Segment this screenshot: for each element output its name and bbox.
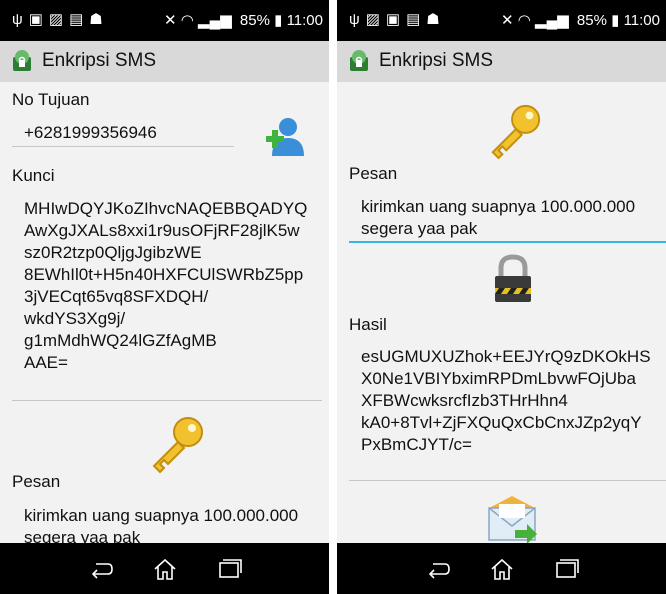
pesan-line: segera yaa pak — [24, 528, 141, 543]
nav-bar — [0, 543, 329, 594]
back-icon[interactable] — [425, 556, 451, 582]
picture-icon: ▨ — [48, 11, 70, 28]
kunci-line: 3jVECqt65vq8SFXDQH/ — [24, 287, 209, 306]
key-icon[interactable] — [146, 414, 206, 474]
kunci-line: AAE= — [24, 353, 68, 372]
recent-apps-icon[interactable] — [216, 556, 242, 582]
pesan-label: Pesan — [12, 472, 61, 491]
key-icon[interactable] — [485, 102, 543, 160]
battery-icon: ▮ — [611, 12, 620, 29]
screen-divider — [329, 0, 337, 594]
usb-icon: ψ — [349, 11, 366, 28]
hasil-label: Hasil — [349, 315, 387, 334]
nav-bar — [337, 543, 666, 594]
clock: 11:00 — [286, 12, 323, 29]
hasil-line: esUGMUXUZhok+EEJYrQ9zDKOkHS — [361, 347, 651, 366]
wifi-icon: ◠ — [180, 12, 194, 29]
android-icon: ☗ — [89, 11, 109, 28]
hasil-line: PxBmCJYT/c= — [361, 435, 472, 454]
android-icon: ☗ — [426, 11, 446, 28]
kunci-label: Kunci — [12, 166, 55, 185]
hasil-underline — [349, 480, 666, 481]
action-bar: Enkripsi SMS — [337, 41, 666, 82]
vibrate-icon: ✕ — [501, 12, 514, 29]
notification-icons: ψ▨▣▤☗ — [349, 10, 446, 28]
pesan-underline — [349, 241, 666, 243]
chat-icon: ▣ — [28, 11, 49, 28]
status-bar: ψ▣▨▤☗ ✕ ◠ ▂▄▆ 85% ▮ 11:00 — [0, 0, 329, 41]
signal-icon: ▂▄▆ — [535, 12, 569, 29]
battery-icon: ▮ — [274, 12, 283, 29]
send-message-icon[interactable] — [485, 494, 539, 543]
app-title: Enkripsi SMS — [379, 50, 494, 71]
phone-number-input[interactable]: +6281999356946 — [24, 122, 157, 144]
kunci-line: MHIwDQYJKoZIhvcNAQEBBQADYQ — [24, 199, 308, 218]
kunci-text[interactable]: MHIwDQYJKoZIhvcNAQEBBQADYQ AwXgJXALs8xxi… — [24, 198, 307, 374]
notification-icons: ψ▣▨▤☗ — [12, 10, 109, 28]
chat-icon: ▤ — [406, 11, 427, 28]
phone-number-underline — [12, 146, 234, 147]
pesan-line: kirimkan uang suapnya 100.000.000 — [24, 506, 299, 525]
add-contact-icon[interactable] — [262, 116, 308, 158]
kunci-underline — [12, 400, 322, 401]
clock: 11:00 — [623, 12, 660, 29]
home-icon[interactable] — [152, 556, 178, 582]
form-content: No Tujuan +6281999356946 Kunci MHIwDQYJK… — [0, 82, 329, 543]
kunci-line: sz0R2tzp0QljgJgibzWE — [24, 243, 202, 262]
battery-percent: 85% — [239, 12, 270, 29]
kunci-line: wkdYS3Xg9j/ — [24, 309, 126, 328]
vibrate-icon: ✕ — [164, 12, 177, 29]
wifi-icon: ◠ — [517, 12, 531, 29]
hasil-line: kA0+8Tvl+ZjFXQuQxCbCnxJZp2yqY — [361, 413, 642, 432]
pesan-label: Pesan — [349, 164, 398, 183]
form-content: Pesan kirimkan uang suapnya 100.000.000 … — [337, 82, 666, 543]
status-right: ✕ ◠ ▂▄▆ 85% ▮ 11:00 — [164, 11, 323, 29]
picture-icon: ▨ — [365, 11, 386, 28]
hasil-line: X0Ne1VBIYbximRPDmLbvwFOjUba — [361, 369, 636, 388]
back-icon[interactable] — [88, 556, 114, 582]
no-tujuan-label: No Tujuan — [12, 90, 90, 109]
pesan-input[interactable]: kirimkan uang suapnya 100.000.000 segera… — [361, 196, 635, 240]
app-title: Enkripsi SMS — [42, 50, 157, 71]
pesan-line: segera yaa pak — [361, 219, 478, 238]
padlock-icon[interactable] — [491, 254, 535, 304]
usb-icon: ψ — [12, 11, 29, 28]
pesan-input[interactable]: kirimkan uang suapnya 100.000.000 segera… — [24, 505, 298, 543]
kunci-line: g1mMdhWQ24lGZfAgMB — [24, 331, 217, 350]
app-icon[interactable] — [10, 49, 34, 73]
home-icon[interactable] — [489, 556, 515, 582]
pesan-line: kirimkan uang suapnya 100.000.000 — [361, 197, 636, 216]
chat-icon: ▣ — [385, 11, 407, 28]
battery-percent: 85% — [576, 12, 607, 29]
app-icon[interactable] — [347, 49, 371, 73]
action-bar: Enkripsi SMS — [0, 41, 329, 82]
kunci-line: 8EWhIl0t+H5n40HXFCUlSWRbZ5pp — [24, 265, 304, 284]
recent-apps-icon[interactable] — [553, 556, 579, 582]
left-screen: ψ▣▨▤☗ ✕ ◠ ▂▄▆ 85% ▮ 11:00 Enkripsi SMS N… — [0, 0, 329, 594]
signal-icon: ▂▄▆ — [198, 12, 232, 29]
hasil-text[interactable]: esUGMUXUZhok+EEJYrQ9zDKOkHS X0Ne1VBIYbxi… — [361, 346, 651, 456]
right-screen: ψ▨▣▤☗ ✕ ◠ ▂▄▆ 85% ▮ 11:00 Enkripsi SMS P… — [337, 0, 666, 594]
status-right: ✕ ◠ ▂▄▆ 85% ▮ 11:00 — [501, 11, 660, 29]
status-bar: ψ▨▣▤☗ ✕ ◠ ▂▄▆ 85% ▮ 11:00 — [337, 0, 666, 41]
kunci-line: AwXgJXALs8xxi1r9usOFjRF28jlK5w — [24, 221, 300, 240]
hasil-line: XFBWcwksrcfIzb3THrHhn4 — [361, 391, 568, 410]
chat-icon: ▤ — [69, 11, 90, 28]
